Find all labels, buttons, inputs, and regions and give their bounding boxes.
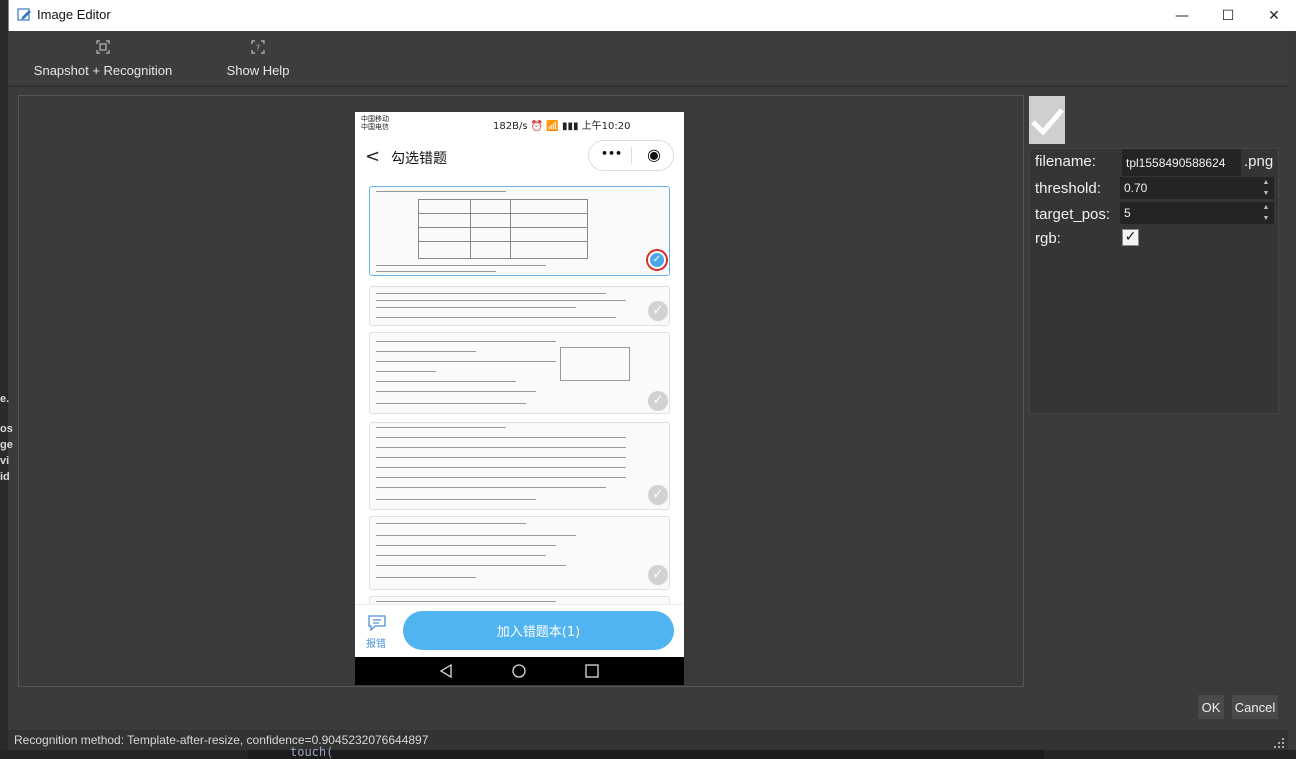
toolbar-divider [8,85,1288,87]
target-pos-spinbox[interactable]: 5 ▲ ▼ [1120,202,1274,224]
spin-arrows-icon[interactable]: ▲ ▼ [1258,202,1274,224]
checkmark-icon [1031,108,1064,136]
background-text: os ge vi id [0,423,13,483]
status-right-text: 182B/s ⏰ 📶 ▮▮▮ 上午10:20 [493,121,631,132]
android-recents-icon[interactable] [585,664,599,678]
ok-button[interactable]: OK [1197,694,1225,720]
checkmark-icon[interactable]: ✓ [648,301,668,321]
android-nav-bar [355,657,684,685]
android-back-icon[interactable] [439,664,453,678]
checkmark-icon[interactable]: ✓ [648,485,668,505]
question-card[interactable]: ✓ [369,516,670,590]
add-to-mistake-book-button[interactable]: 加入错题本(1) [403,611,674,650]
report-label[interactable]: 报错 [366,635,386,650]
title-bar: Image Editor — ☐ ✕ [8,0,1296,31]
question-card[interactable]: ✓ [369,286,670,326]
scanned-apparatus [560,347,630,381]
phone-bottom-bar: 报错 加入错题本(1) [355,604,684,657]
threshold-label: threshold: [1035,180,1101,197]
checkmark-icon[interactable]: ✓ [650,253,664,267]
report-icon[interactable] [368,615,386,631]
back-arrow-icon[interactable]: < [365,146,380,167]
resize-grip-icon[interactable] [1274,738,1284,748]
parameter-panel: filename: tpl1558490588624 .png threshol… [1029,148,1279,414]
question-card[interactable]: ✓ [369,332,670,414]
toolbar: Snapshot + Recognition ? Show Help [8,31,1288,85]
capsule-divider [631,147,632,164]
snapshot-recognition-label: Snapshot + Recognition [33,63,173,78]
pencil-edit-icon [17,8,31,21]
scanned-table [418,199,588,259]
checkmark-icon[interactable]: ✓ [648,565,668,585]
phone-screenshot[interactable]: 中国移动 中国电信 182B/s ⏰ 📶 ▮▮▮ 上午10:20 < 勾选错题 … [355,112,684,685]
minimize-button[interactable]: — [1159,0,1205,31]
target-pos-label: target_pos: [1035,206,1111,223]
window-title: Image Editor [37,7,111,22]
threshold-spinbox[interactable]: 0.70 ▲ ▼ [1120,177,1274,199]
background-code: touch( [290,745,334,759]
maximize-button[interactable]: ☐ [1205,0,1251,31]
carrier-text: 中国移动 中国电信 [361,115,389,131]
target-icon[interactable]: ◉ [647,145,661,164]
rgb-checkbox[interactable]: ✓ [1122,229,1139,246]
phone-status-bar: 中国移动 中国电信 182B/s ⏰ 📶 ▮▮▮ 上午10:20 [355,112,684,136]
spin-arrows-icon[interactable]: ▲ ▼ [1258,177,1274,199]
more-dots-icon[interactable]: ••• [601,147,622,160]
android-home-icon[interactable] [512,664,526,678]
close-button[interactable]: ✕ [1251,0,1296,31]
phone-nav-title: 勾选错题 [391,151,447,167]
show-help-button[interactable]: ? Show Help [218,31,298,85]
background-editor: touch( [0,745,1296,759]
phone-nav-bar: < 勾选错题 ••• ◉ [355,136,684,176]
recognition-highlight: ✓ [646,249,668,271]
snapshot-recognition-button[interactable]: Snapshot + Recognition [28,31,178,85]
show-help-label: Show Help [226,63,290,78]
question-card[interactable]: ✓ [369,186,670,276]
snapshot-icon [96,40,110,54]
cancel-button[interactable]: Cancel [1231,694,1279,720]
template-thumbnail [1029,96,1065,144]
help-icon: ? [251,40,265,54]
svg-text:?: ? [256,44,260,53]
checkmark-icon[interactable]: ✓ [648,391,668,411]
question-card[interactable]: ✓ [369,422,670,510]
background-text: e. [0,393,10,405]
filename-extension: .png [1244,153,1274,170]
background-window-edge [0,0,8,759]
rgb-label: rgb: [1035,230,1061,247]
miniprogram-capsule: ••• ◉ [588,140,674,171]
status-message: Recognition method: Template-after-resiz… [8,730,1288,750]
filename-label: filename: [1035,153,1096,170]
filename-input[interactable]: tpl1558490588624 [1122,149,1241,176]
